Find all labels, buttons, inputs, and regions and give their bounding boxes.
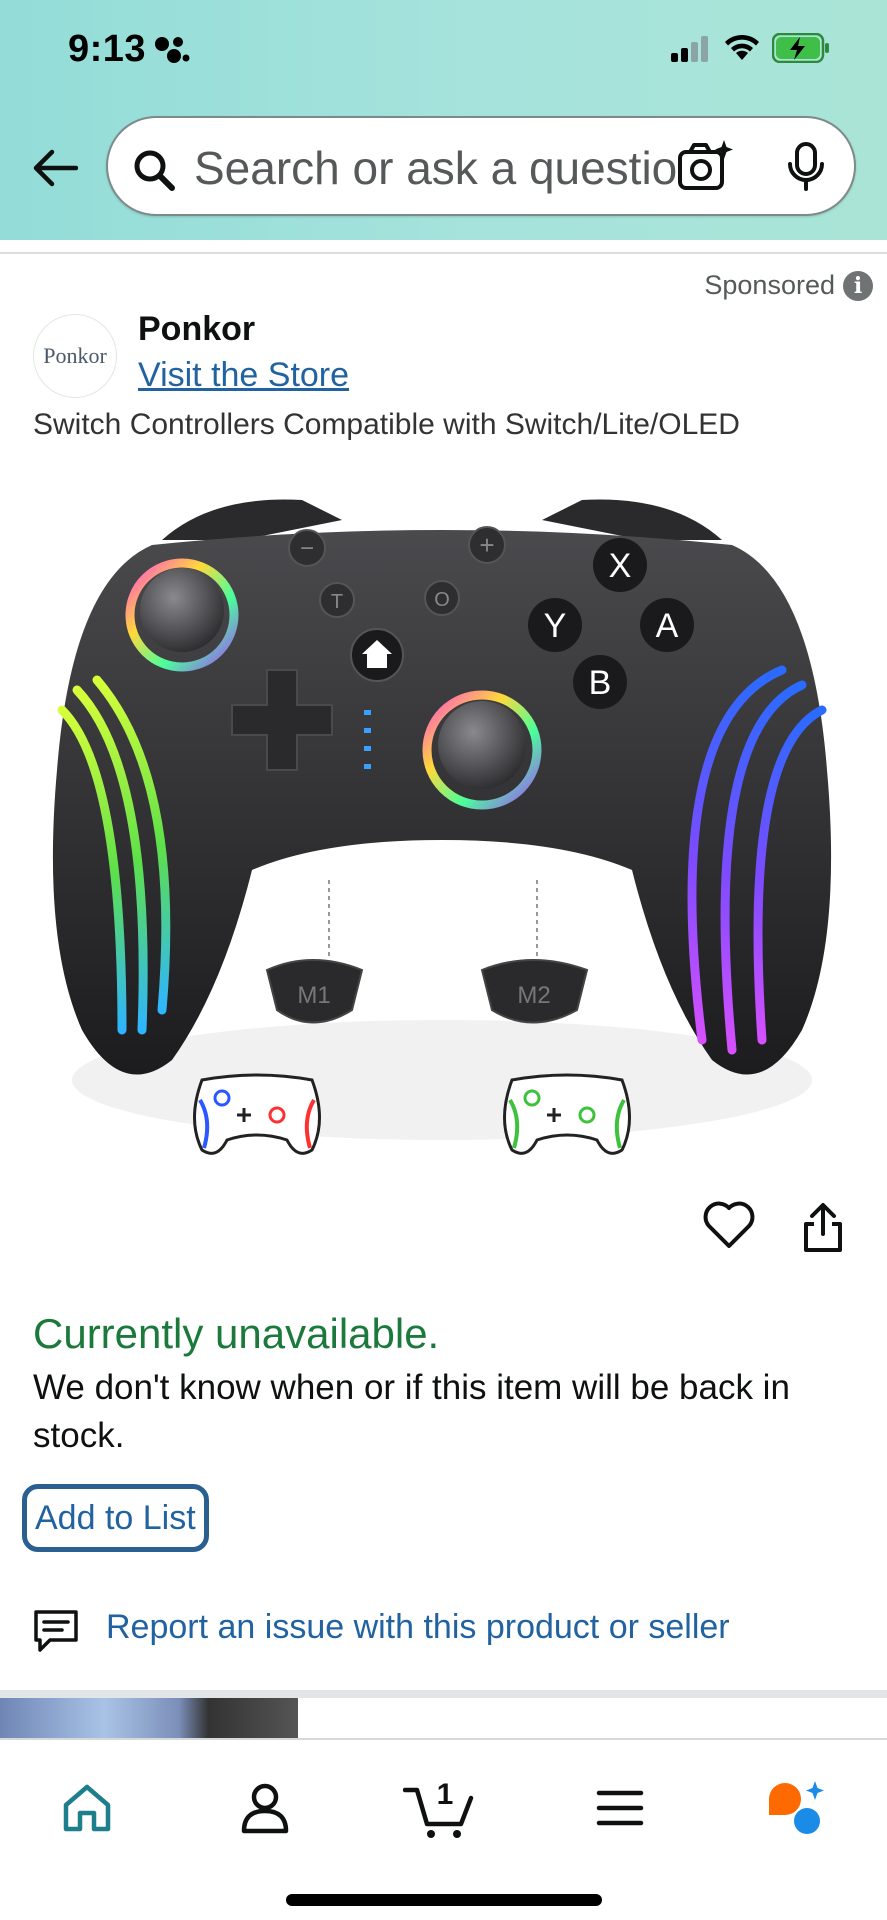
nav-account[interactable]	[220, 1768, 310, 1848]
nav-cart[interactable]: 1	[396, 1768, 486, 1848]
b-button-label: B	[589, 664, 612, 702]
cart-icon: 1	[403, 1778, 474, 1838]
visit-store-link[interactable]: Visit the Store	[138, 356, 349, 395]
product-image[interactable]: − + T O X Y A B M1 M2	[42, 470, 842, 1170]
brand-name: Ponkor	[138, 310, 256, 348]
home-indicator	[286, 1894, 602, 1906]
home-icon	[63, 1784, 111, 1832]
m1-paddle-label: M1	[297, 982, 330, 1009]
search-bar[interactable]	[106, 116, 856, 216]
m2-paddle-label: M2	[517, 982, 550, 1009]
battery-charging-icon	[771, 32, 832, 68]
status-time: 9:13	[68, 28, 147, 70]
cellular-signal-icon	[671, 36, 711, 67]
microphone-icon[interactable]	[786, 142, 826, 197]
plus-button-label: +	[479, 530, 494, 560]
nav-home[interactable]	[42, 1768, 132, 1848]
back-arrow-icon	[33, 149, 78, 187]
wifi-icon	[723, 32, 761, 67]
sponsored-label[interactable]: Sponsored i	[704, 270, 873, 301]
cart-count: 1	[437, 1778, 454, 1811]
brand-logo[interactable]: Ponkor	[33, 314, 117, 398]
rufus-assistant-icon	[769, 1781, 824, 1834]
availability-note: We don't know when or if this item will …	[33, 1368, 790, 1455]
wishlist-button[interactable]	[702, 1200, 756, 1255]
report-issue-link[interactable]: Report an issue with this product or sel…	[106, 1608, 730, 1647]
a-button-label: A	[656, 607, 679, 645]
nav-rufus[interactable]	[752, 1768, 842, 1848]
availability-status: Currently unavailable.	[33, 1310, 440, 1357]
status-bar: 9:13	[0, 0, 887, 100]
report-icon[interactable]	[32, 1608, 80, 1659]
sponsored-text: Sponsored	[704, 270, 835, 300]
y-button-label: Y	[544, 607, 567, 645]
menu-icon	[596, 1790, 644, 1826]
capture-button-label: O	[434, 589, 450, 611]
section-divider	[0, 1690, 887, 1698]
share-button[interactable]	[800, 1202, 846, 1259]
info-icon[interactable]: i	[843, 270, 873, 301]
minus-button-label: −	[300, 535, 314, 562]
add-to-list-button[interactable]: Add to List	[22, 1484, 209, 1552]
turbo-button-label: T	[331, 591, 343, 613]
nav-menu[interactable]	[575, 1768, 665, 1848]
product-title[interactable]: Switch Controllers Compatible with Switc…	[33, 408, 740, 442]
search-icon	[132, 148, 176, 197]
focus-mode-icon	[152, 34, 190, 69]
account-icon	[241, 1783, 289, 1834]
bottom-navigation: 1	[0, 1738, 887, 1920]
camera-search-icon[interactable]	[676, 138, 736, 199]
share-icon	[804, 1203, 842, 1252]
header-divider	[0, 240, 887, 254]
next-section-thumbnail[interactable]	[0, 1698, 298, 1738]
back-button[interactable]	[26, 140, 82, 196]
brand-logo-text: Ponkor	[43, 343, 107, 368]
x-button-label: X	[609, 547, 632, 585]
search-input[interactable]	[194, 136, 754, 200]
heart-icon	[703, 1201, 755, 1248]
app-header: 9:13	[0, 0, 887, 240]
